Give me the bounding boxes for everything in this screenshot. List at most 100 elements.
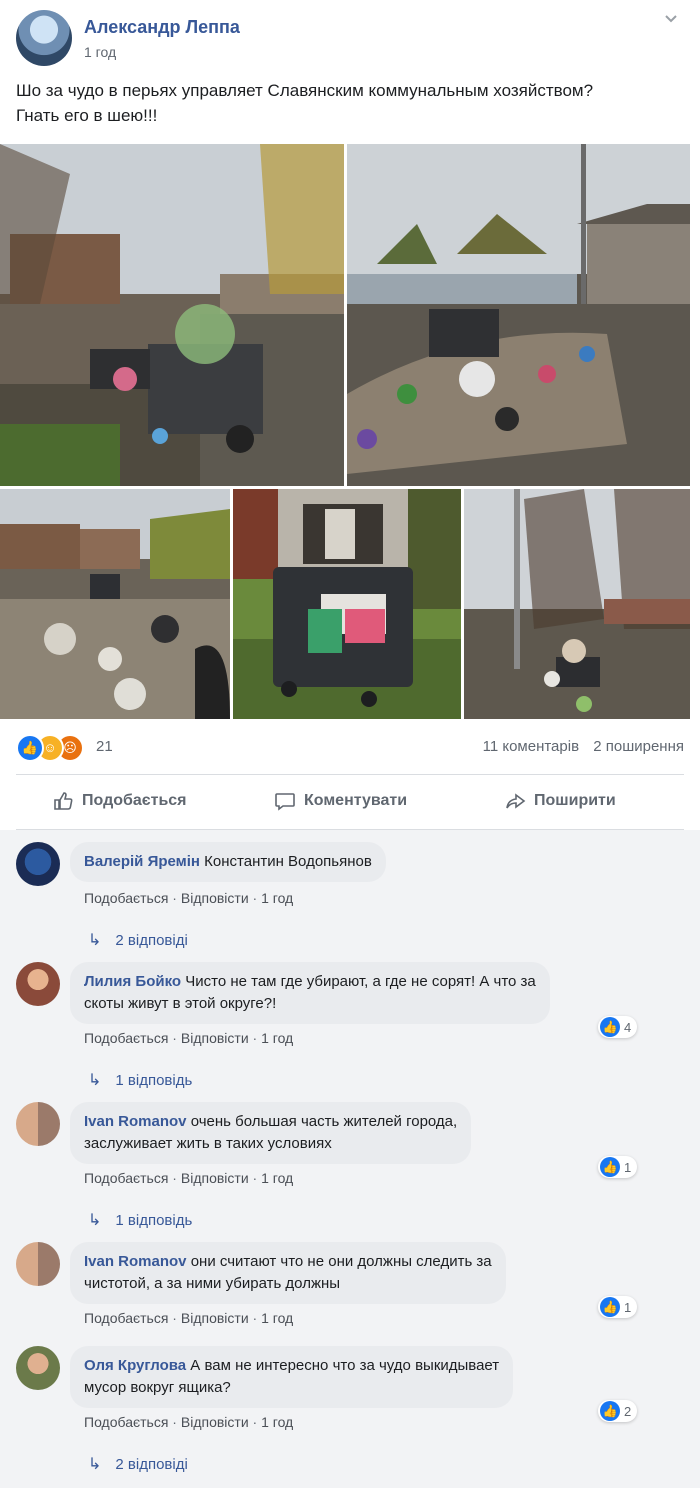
comments-count[interactable]: 11 коментарів xyxy=(483,738,579,755)
chevron-down-icon[interactable] xyxy=(664,12,678,26)
comment-button[interactable]: Коментувати xyxy=(274,775,407,827)
commenter-avatar[interactable] xyxy=(16,842,60,886)
commenter-name[interactable]: Ivan Romanov xyxy=(84,1253,187,1270)
shares-count[interactable]: 2 поширення xyxy=(593,738,684,755)
comment-like-link[interactable]: Подобається xyxy=(84,1310,168,1326)
comment-line-1: Ivan Romanov очень большая часть жителей… xyxy=(84,1111,457,1133)
reaction-count[interactable]: 21 xyxy=(96,738,113,755)
post-actions: Подобається Коментувати Поширити xyxy=(16,775,684,827)
like-icon: 👍 xyxy=(600,1401,620,1421)
like-button[interactable]: Подобається xyxy=(52,775,187,827)
author-avatar[interactable] xyxy=(16,10,72,66)
post-photo-4[interactable] xyxy=(233,489,461,719)
reply-arrow-icon: ↳ xyxy=(88,1212,102,1229)
reply-arrow-icon: ↳ xyxy=(88,1072,102,1089)
comment-text[interactable]: Чисто не там где убирают, а где не сорят… xyxy=(185,973,536,990)
comment-text[interactable]: они считают что не они должны следить за xyxy=(191,1253,492,1270)
comment-text[interactable]: А вам не интересно что за чудо выкидывае… xyxy=(190,1357,499,1374)
post-text-line-2: Гнать его в шею!!! xyxy=(16,106,158,125)
thumb-up-icon xyxy=(54,792,73,810)
view-replies[interactable]: ↳ 1 відповідь xyxy=(88,1070,192,1090)
comment-like-link[interactable]: Подобається xyxy=(84,1170,168,1186)
replies-count: 2 відповіді xyxy=(115,931,188,949)
commenter-avatar[interactable] xyxy=(16,1346,60,1390)
comment-like-badge[interactable]: 👍 2 xyxy=(598,1400,638,1422)
comment-reply-link[interactable]: Відповісти xyxy=(181,1310,249,1326)
comment-line-1: Лилия Бойко Чисто не там где убирают, а … xyxy=(84,971,536,993)
comment-like-link[interactable]: Подобається xyxy=(84,1030,168,1046)
reply-arrow-icon: ↳ xyxy=(88,1456,102,1473)
replies-count: 2 відповіді xyxy=(115,1455,188,1473)
view-replies[interactable]: ↳ 1 відповідь xyxy=(88,1210,192,1230)
comment-reply-link[interactable]: Відповісти xyxy=(181,1170,249,1186)
author-name[interactable]: Александр Леппа xyxy=(84,17,240,38)
comment-share-counts: 11 коментарів 2 поширення xyxy=(483,738,684,755)
post-text: Шо за чудо в перьях управляет Славянским… xyxy=(16,78,686,128)
comment-meta: Подобається · Відповісти · 1 год xyxy=(84,1170,294,1186)
comment-bubble: Оля Круглова А вам не интересно что за ч… xyxy=(70,1346,514,1408)
like-reaction-icon[interactable]: 👍 xyxy=(16,734,44,762)
comment-like-count: 4 xyxy=(624,1019,632,1035)
share-button-label: Поширити xyxy=(534,792,616,809)
comment-like-badge[interactable]: 👍 1 xyxy=(598,1156,638,1178)
commenter-avatar[interactable] xyxy=(16,1242,60,1286)
comment-line-2[interactable]: скоты живут в этой округе?! xyxy=(84,993,536,1015)
like-icon: 👍 xyxy=(600,1297,620,1317)
comment-like-link[interactable]: Подобається xyxy=(84,1414,168,1430)
comment-text[interactable]: Константин Водопьянов xyxy=(204,853,372,870)
comment-like-count: 1 xyxy=(624,1159,632,1175)
post-text-line-1: Шо за чудо в перьях управляет Славянским… xyxy=(16,81,594,100)
share-button[interactable]: Поширити xyxy=(504,775,616,827)
comment-time[interactable]: 1 год xyxy=(261,1310,293,1326)
post-photo-2[interactable] xyxy=(347,144,690,486)
post-photo-1[interactable] xyxy=(0,144,344,486)
replies-count: 1 відповідь xyxy=(115,1211,193,1229)
comment-reply-link[interactable]: Відповісти xyxy=(181,1030,249,1046)
comment-reply-link[interactable]: Відповісти xyxy=(181,1414,249,1430)
comment-button-label: Коментувати xyxy=(304,792,408,809)
comment-line-1: Оля Круглова А вам не интересно что за ч… xyxy=(84,1355,499,1377)
post-card: Александр Леппа 1 год Шо за чудо в перья… xyxy=(0,0,700,1488)
comment-line-2[interactable]: заслуживает жить в таких условиях xyxy=(84,1133,457,1155)
commenter-avatar[interactable] xyxy=(16,1102,60,1146)
post-time[interactable]: 1 год xyxy=(84,44,116,60)
post-photo-5[interactable] xyxy=(464,489,690,719)
comment-like-badge[interactable]: 👍 4 xyxy=(598,1016,638,1038)
comment-bubble-icon xyxy=(275,793,295,811)
commenter-name[interactable]: Ivan Romanov xyxy=(84,1113,187,1130)
like-button-label: Подобається xyxy=(82,792,187,809)
comment-like-link[interactable]: Подобається xyxy=(84,890,168,906)
post-photo-3[interactable] xyxy=(0,489,230,719)
comment-text[interactable]: очень большая часть жителей города, xyxy=(191,1113,457,1130)
share-arrow-icon xyxy=(506,793,526,809)
comment-time[interactable]: 1 год xyxy=(261,890,293,906)
comment-reply-link[interactable]: Відповісти xyxy=(181,890,249,906)
comment-time[interactable]: 1 год xyxy=(261,1030,293,1046)
reply-arrow-icon: ↳ xyxy=(88,932,102,949)
comment-line-2[interactable]: мусор вокруг ящика? xyxy=(84,1377,499,1399)
comment-bubble: Лилия Бойко Чисто не там где убирают, а … xyxy=(70,962,550,1024)
comment-bubble: Ivan Romanov они считают что не они долж… xyxy=(70,1242,506,1304)
comment-like-count: 1 xyxy=(624,1299,632,1315)
post-header: Александр Леппа 1 год xyxy=(0,0,700,70)
comment-meta: Подобається · Відповісти · 1 год xyxy=(84,1414,294,1430)
commenter-name[interactable]: Валерій Яремін xyxy=(84,853,200,870)
comment-meta: Подобається · Відповісти · 1 год xyxy=(84,1030,294,1046)
reaction-summary: 👍 ☺ ☹ 21 11 коментарів 2 поширення xyxy=(16,732,684,762)
commenter-avatar[interactable] xyxy=(16,962,60,1006)
comment-like-badge[interactable]: 👍 1 xyxy=(598,1296,638,1318)
commenter-name[interactable]: Оля Круглова xyxy=(84,1357,186,1374)
view-replies[interactable]: ↳ 2 відповіді xyxy=(88,1454,188,1474)
commenter-name[interactable]: Лилия Бойко xyxy=(84,973,181,990)
comment-line-2[interactable]: чистотой, а за ними убирать должны xyxy=(84,1273,492,1295)
comment-bubble: Ivan Romanov очень большая часть жителей… xyxy=(70,1102,472,1164)
comment-time[interactable]: 1 год xyxy=(261,1170,293,1186)
like-icon: 👍 xyxy=(600,1017,620,1037)
view-replies[interactable]: ↳ 2 відповіді xyxy=(88,930,188,950)
replies-count: 1 відповідь xyxy=(115,1071,193,1089)
comments-section: Валерій Яремін Константин Водопьянов Под… xyxy=(0,830,700,1488)
comment-meta: Подобається · Відповісти · 1 год xyxy=(84,1310,294,1326)
comment-time[interactable]: 1 год xyxy=(261,1414,293,1430)
comment-like-count: 2 xyxy=(624,1403,632,1419)
comment-meta: Подобається · Відповісти · 1 год xyxy=(84,890,294,906)
